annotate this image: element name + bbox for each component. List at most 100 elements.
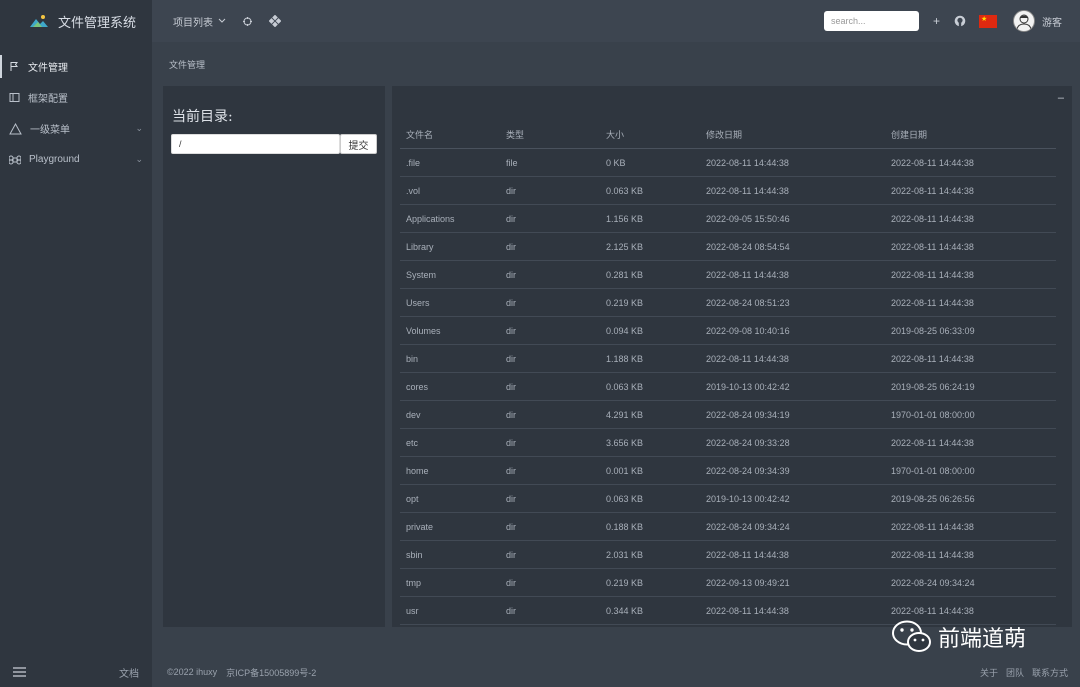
cell-created: 2022-08-11 14:44:38 <box>885 344 1056 373</box>
current-dir-label: 当前目录: <box>172 109 233 125</box>
header-filename[interactable]: 文件名 <box>400 120 500 149</box>
cell-filename[interactable]: cores <box>400 372 500 401</box>
table-row[interactable]: home dir 0.001 KB 2022-08-24 09:34:39 1970-0… <box>400 456 1056 485</box>
brand[interactable]: 文件管理系统 <box>0 0 152 42</box>
cell-filename[interactable]: Users <box>400 288 500 317</box>
cell-filename[interactable]: home <box>400 456 500 485</box>
sidebar-item-framework-config[interactable]: 框架配置 <box>0 82 152 113</box>
cell-type: dir <box>500 428 600 457</box>
sidebar-bottom: 文档 <box>0 657 152 687</box>
cell-filename[interactable]: dev <box>400 400 500 429</box>
hamburger-menu-icon[interactable] <box>13 667 26 677</box>
header-size[interactable]: 大小 <box>600 120 700 149</box>
table-header-row: 文件名 类型 大小 修改日期 创建日期 <box>400 120 1056 149</box>
path-input[interactable] <box>171 134 340 154</box>
cell-filename[interactable]: sbin <box>400 540 500 569</box>
table-row[interactable]: dev dir 4.291 KB 2022-08-24 09:34:19 1970-01… <box>400 400 1056 429</box>
footer-links: 关于 团队 联系方式 <box>980 666 1068 679</box>
table-row[interactable]: Users dir 0.219 KB 2022-08-24 08:51:23 2022-… <box>400 288 1056 317</box>
cell-filename[interactable]: Volumes <box>400 316 500 345</box>
cell-filename[interactable]: .vol <box>400 176 500 205</box>
table-row[interactable]: Volumes dir 0.094 KB 2022-09-08 10:40:16 201… <box>400 316 1056 345</box>
cell-type: dir <box>500 400 600 429</box>
cell-type: dir <box>500 540 600 569</box>
cell-size: 3.656 KB <box>600 428 700 457</box>
cell-modified: 2022-08-24 09:34:19 <box>700 400 885 429</box>
cell-created: 2022-08-11 14:44:38 <box>885 148 1056 177</box>
plus-icon[interactable]: + <box>933 14 940 28</box>
cluster-icon[interactable] <box>269 15 281 27</box>
file-table-body: .file file 0 KB 2022-08-11 14:44:38 2022-08-… <box>400 148 1056 627</box>
cell-filename[interactable]: bin <box>400 344 500 373</box>
project-list-dropdown[interactable]: 项目列表 <box>173 14 226 29</box>
cell-filename[interactable]: .file <box>400 148 500 177</box>
table-row[interactable]: .vol dir 0.063 KB 2022-08-11 14:44:38 2022-0… <box>400 176 1056 205</box>
cell-size: 2.031 KB <box>600 540 700 569</box>
cell-modified: 2022-09-08 10:40:16 <box>700 316 885 345</box>
header-created[interactable]: 创建日期 <box>885 120 1056 149</box>
sidebar: 文件管理系统 文件管理 框架配置 一级菜单 ⌄ Playground ⌄ 文档 <box>0 0 152 687</box>
cell-size: 2.125 KB <box>600 232 700 261</box>
table-row[interactable]: Applications dir 1.156 KB 2022-09-05 15:50:… <box>400 204 1056 233</box>
submit-button[interactable]: 提交 <box>340 134 377 154</box>
table-row[interactable]: Library dir 2.125 KB 2022-08-24 08:54:54 202… <box>400 232 1056 261</box>
header-type[interactable]: 类型 <box>500 120 600 149</box>
cell-modified: 2022-08-24 09:34:39 <box>700 456 885 485</box>
table-row[interactable]: bin dir 1.188 KB 2022-08-11 14:44:38 2022-08… <box>400 344 1056 373</box>
command-icon <box>9 154 21 165</box>
cell-filename[interactable]: Library <box>400 232 500 261</box>
table-row[interactable]: tmp dir 0.219 KB 2022-09-13 09:49:21 2022-08… <box>400 568 1056 597</box>
icp-link[interactable]: 京ICP备15005899号-2 <box>226 666 316 679</box>
table-row[interactable]: cores dir 0.063 KB 2019-10-13 00:42:42 2019-… <box>400 372 1056 401</box>
cell-type: dir <box>500 176 600 205</box>
cell-type: dir <box>500 344 600 373</box>
cell-size: 0.094 KB <box>600 316 700 345</box>
cell-type: dir <box>500 204 600 233</box>
sidebar-item-playground[interactable]: Playground ⌄ <box>0 144 152 175</box>
cell-created: 2022-08-11 14:44:38 <box>885 428 1056 457</box>
sidebar-item-level1-menu[interactable]: 一级菜单 ⌄ <box>0 113 152 144</box>
chevron-down-icon <box>218 18 226 23</box>
cell-filename[interactable]: private <box>400 512 500 541</box>
github-icon[interactable] <box>954 15 966 27</box>
table-row[interactable]: System dir 0.281 KB 2022-08-11 14:44:38 2022… <box>400 260 1056 289</box>
footer-link-about[interactable]: 关于 <box>980 666 998 679</box>
cell-size: 0.219 KB <box>600 568 700 597</box>
cell-filename[interactable]: etc <box>400 428 500 457</box>
sidebar-item-label: Playground <box>29 154 80 165</box>
table-row[interactable]: .file file 0 KB 2022-08-11 14:44:38 2022-08-… <box>400 148 1056 177</box>
footer-link-contact[interactable]: 联系方式 <box>1032 666 1068 679</box>
cell-created: 2022-08-11 14:44:38 <box>885 204 1056 233</box>
rocket-icon[interactable] <box>242 16 253 27</box>
cell-modified: 2019-10-13 00:42:42 <box>700 484 885 513</box>
docs-link[interactable]: 文档 <box>119 665 139 680</box>
cell-created: 2022-08-24 09:34:24 <box>885 568 1056 597</box>
search-input[interactable] <box>823 11 919 31</box>
cell-size: 4.291 KB <box>600 400 700 429</box>
cell-filename[interactable]: Applications <box>400 204 500 233</box>
cell-filename[interactable]: System <box>400 260 500 289</box>
sidebar-item-label: 一级菜单 <box>30 125 70 136</box>
sidebar-menu: 文件管理 框架配置 一级菜单 ⌄ Playground ⌄ <box>0 51 152 175</box>
cell-filename[interactable]: usr <box>400 596 500 625</box>
cell-type: dir <box>500 568 600 597</box>
cell-created: 2022-08-11 14:44:38 <box>885 232 1056 261</box>
user-name[interactable]: 游客 <box>1042 14 1062 29</box>
table-row[interactable]: private dir 0.188 KB 2022-08-24 09:34:24 202… <box>400 512 1056 541</box>
sidebar-item-file-manager[interactable]: 文件管理 <box>0 51 152 82</box>
header-modified[interactable]: 修改日期 <box>700 120 885 149</box>
table-row[interactable]: etc dir 3.656 KB 2022-08-24 09:33:28 2022-08… <box>400 428 1056 457</box>
cell-filename[interactable]: var <box>400 624 500 627</box>
cell-modified: 2022-08-24 09:34:24 <box>700 512 885 541</box>
cell-created: 1970-01-01 08:00:00 <box>885 400 1056 429</box>
china-flag-icon[interactable]: ★ <box>979 14 997 28</box>
cell-filename[interactable]: tmp <box>400 568 500 597</box>
cell-filename[interactable]: opt <box>400 484 500 513</box>
table-row[interactable]: opt dir 0.063 KB 2019-10-13 00:42:42 2019-08… <box>400 484 1056 513</box>
footer-link-team[interactable]: 团队 <box>1006 666 1024 679</box>
avatar[interactable] <box>1013 10 1035 32</box>
collapse-icon[interactable]: – <box>1058 92 1064 104</box>
table-row[interactable]: sbin dir 2.031 KB 2022-08-11 14:44:38 2022-0… <box>400 540 1056 569</box>
cell-created: 2019-08-25 06:24:19 <box>885 372 1056 401</box>
cell-modified: 2022-08-24 08:54:54 <box>700 232 885 261</box>
